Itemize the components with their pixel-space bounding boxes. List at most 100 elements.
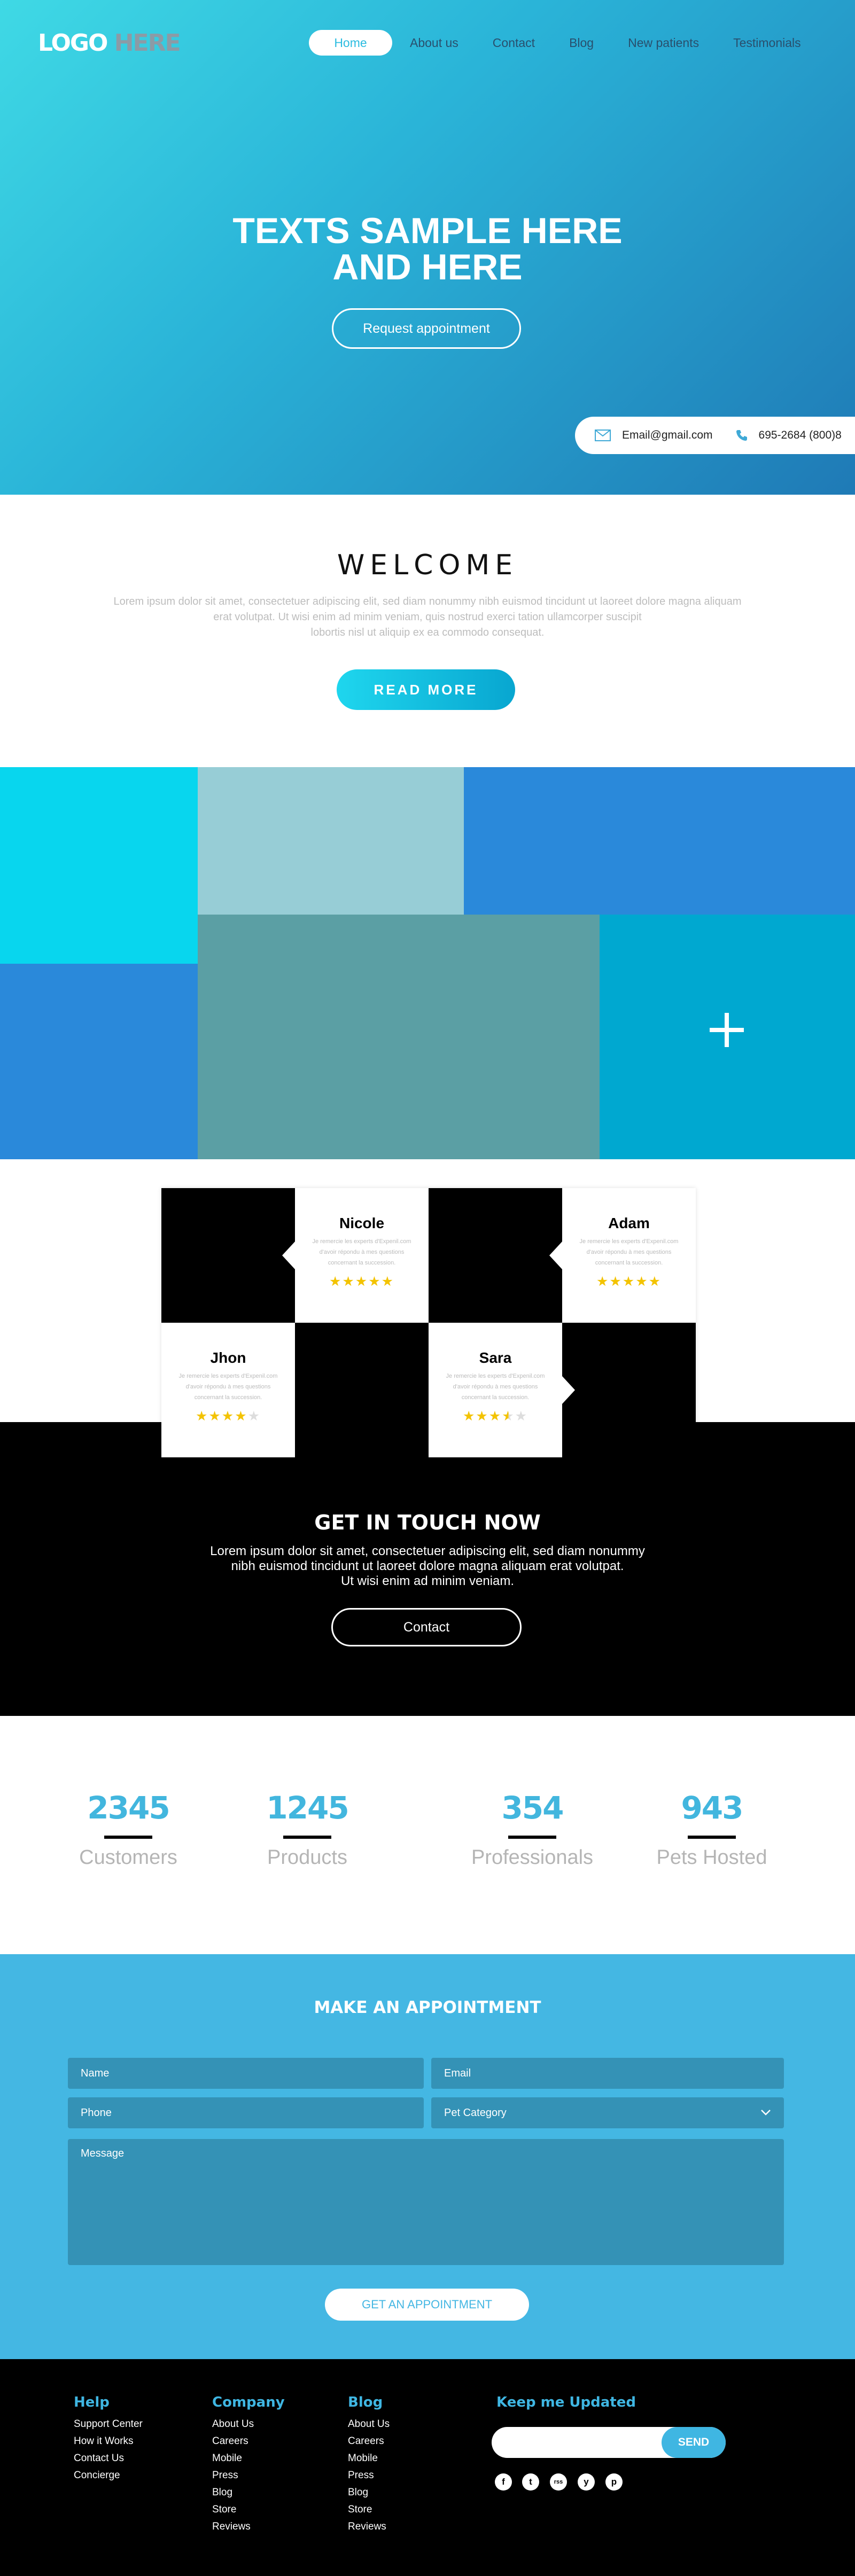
pinterest-icon[interactable]: p (605, 2473, 623, 2491)
facebook-icon[interactable]: f (495, 2473, 512, 2491)
newsletter-title: Keep me Updated (496, 2394, 636, 2410)
mosaic-tile-4[interactable] (0, 964, 198, 1159)
stat-customers: 2345 Customers (48, 1790, 208, 1869)
stat-divider (104, 1836, 152, 1839)
testimonial-name: Sara (479, 1349, 512, 1366)
testimonial-photo-jhon (295, 1323, 429, 1457)
footer-link[interactable]: Reviews (212, 2518, 285, 2535)
footer-link[interactable]: Blog (348, 2484, 390, 2501)
logo[interactable]: LOGO HERE (38, 29, 181, 57)
testimonial-card: Adam Je remercie les experts d'Expenil.c… (562, 1188, 696, 1323)
footer-link[interactable]: Mobile (348, 2450, 390, 2467)
read-more-button[interactable]: READ MORE (337, 669, 515, 710)
testimonial-name: Jhon (210, 1349, 246, 1366)
mosaic-tile-1[interactable] (0, 767, 198, 964)
star-rating: ★★★★★ (462, 1409, 528, 1424)
footer-link[interactable]: Press (212, 2467, 285, 2484)
stat-label: Products (267, 1846, 347, 1869)
testimonial-name: Adam (608, 1215, 650, 1231)
card-notch (562, 1376, 575, 1404)
nav-blog[interactable]: Blog (569, 30, 594, 56)
footer-link[interactable]: About Us (348, 2416, 390, 2433)
envelope-icon (593, 426, 612, 445)
testimonial-name: Nicole (339, 1215, 385, 1231)
name-field[interactable]: Name (68, 2058, 424, 2089)
stat-divider (688, 1836, 736, 1839)
mosaic-tile-2[interactable] (198, 767, 464, 915)
welcome-title: WELCOME (337, 549, 518, 581)
stat-professionals: 354 Professionals (452, 1790, 612, 1869)
contact-button[interactable]: Contact (331, 1608, 522, 1646)
request-appointment-button[interactable]: Request appointment (332, 308, 521, 349)
nav-about-us[interactable]: About us (410, 30, 458, 56)
stat-number: 354 (501, 1790, 564, 1826)
footer-link[interactable]: Careers (348, 2433, 390, 2450)
testimonial-text: Je remercie les experts d'Expenil.com d'… (446, 1373, 545, 1401)
stat-products: 1245 Products (227, 1790, 387, 1869)
star-rating: ★★★★★ (195, 1409, 261, 1424)
get-appointment-button[interactable]: GET AN APPOINTMENT (325, 2289, 529, 2321)
footer-link[interactable]: About Us (212, 2416, 285, 2433)
footer-link[interactable]: Support Center (74, 2416, 143, 2433)
stat-number: 2345 (87, 1790, 170, 1826)
yelp-icon[interactable]: y (578, 2473, 595, 2491)
nav-home[interactable]: Home (309, 30, 392, 56)
phone-field[interactable]: Phone (68, 2097, 424, 2128)
stat-divider (508, 1836, 556, 1839)
footer-link[interactable]: Concierge (74, 2467, 143, 2484)
stat-number: 1245 (266, 1790, 349, 1826)
contact-email[interactable]: Email@gmail.com (622, 429, 713, 442)
contact-bar: Email@gmail.com 695-2684 (800)8 (575, 417, 855, 454)
mosaic-tile-5[interactable] (198, 915, 600, 1159)
testimonials-grid: Nicole Je remercie les experts d'Expenil… (161, 1188, 696, 1457)
phone-icon (732, 426, 751, 445)
footer-link[interactable]: Careers (212, 2433, 285, 2450)
mosaic-tile-3[interactable] (464, 767, 855, 915)
testimonial-card: Nicole Je remercie les experts d'Expenil… (295, 1188, 429, 1323)
stat-pets-hosted: 943 Pets Hosted (632, 1790, 792, 1869)
footer-column-help: Help Support Center How it Works Contact… (74, 2394, 143, 2484)
hero-title: TEXTS SAMPLE HERE AND HERE (232, 210, 623, 287)
contact-phone[interactable]: 695-2684 (800)8 (759, 429, 842, 442)
stat-label: Customers (79, 1846, 177, 1869)
testimonial-text: Je remercie les experts d'Expenil.com d'… (312, 1238, 411, 1266)
get-in-touch-text: Lorem ipsum dolor sit amet, consectetuer… (210, 1544, 645, 1588)
footer-link[interactable]: Store (348, 2501, 390, 2518)
nav-new-patients[interactable]: New patients (628, 30, 699, 56)
footer-link[interactable]: Press (348, 2467, 390, 2484)
footer-link[interactable]: Reviews (348, 2518, 390, 2535)
appointment-title: MAKE AN APPOINTMENT (314, 1998, 541, 2017)
footer-column-company: Company About Us Careers Mobile Press Bl… (212, 2394, 285, 2535)
card-notch (282, 1242, 295, 1269)
footer-link[interactable]: Contact Us (74, 2450, 143, 2467)
testimonial-photo-sara (562, 1323, 696, 1457)
footer-link[interactable]: Store (212, 2501, 285, 2518)
footer-link[interactable]: Mobile (212, 2450, 285, 2467)
message-field[interactable]: Message (68, 2139, 784, 2265)
send-button[interactable]: SEND (662, 2427, 726, 2458)
stat-divider (283, 1836, 331, 1839)
email-field[interactable]: Email (431, 2058, 784, 2089)
twitter-icon[interactable]: t (522, 2473, 539, 2491)
nav-testimonials[interactable]: Testimonials (733, 30, 801, 56)
welcome-text: Lorem ipsum dolor sit amet, consectetuer… (113, 596, 742, 638)
card-notch (549, 1242, 562, 1269)
testimonial-photo-adam (429, 1188, 562, 1323)
footer-link[interactable]: Blog (212, 2484, 285, 2501)
star-rating: ★★★★★ (329, 1274, 395, 1289)
testimonial-text: Je remercie les experts d'Expenil.com d'… (178, 1373, 278, 1401)
testimonial-text: Je remercie les experts d'Expenil.com d'… (579, 1238, 679, 1266)
testimonial-card: Jhon Je remercie les experts d'Expenil.c… (161, 1323, 295, 1457)
plus-icon[interactable] (701, 1004, 752, 1056)
main-nav: Home About us Contact Blog New patients … (309, 30, 801, 56)
footer-link[interactable]: How it Works (74, 2433, 143, 2450)
footer-column-blog: Blog About Us Careers Mobile Press Blog … (348, 2394, 390, 2535)
stat-label: Professionals (471, 1846, 594, 1869)
star-rating: ★★★★★ (596, 1274, 662, 1289)
rss-icon[interactable]: rss (550, 2473, 567, 2491)
get-in-touch-title: GET IN TOUCH NOW (314, 1511, 541, 1534)
testimonial-card: Sara Je remercie les experts d'Expenil.c… (429, 1323, 562, 1457)
nav-contact[interactable]: Contact (493, 30, 535, 56)
testimonial-photo-nicole (161, 1188, 295, 1323)
pet-category-select[interactable]: Pet Category (431, 2097, 784, 2128)
